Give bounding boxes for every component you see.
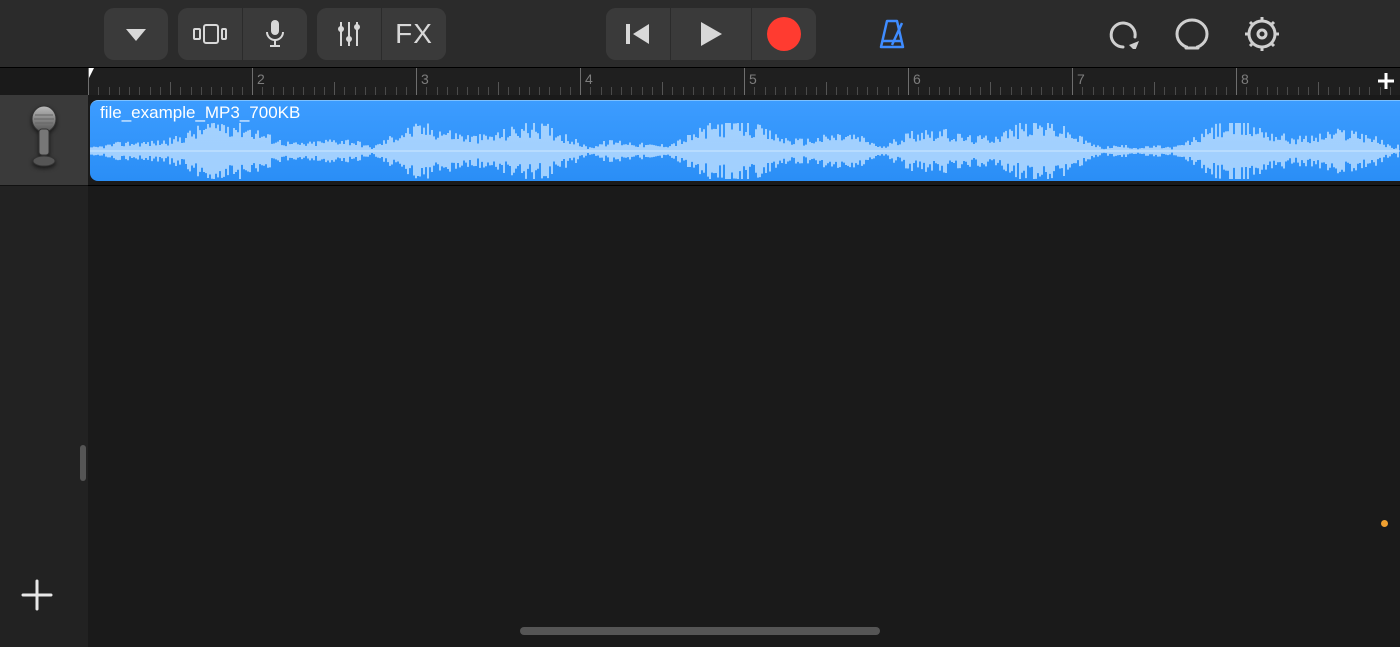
track-view-icon — [193, 23, 227, 45]
record-button[interactable] — [751, 8, 816, 60]
undo-button[interactable] — [1092, 8, 1152, 60]
track-lane[interactable]: file_example_MP3_700KB — [88, 95, 1400, 186]
track-view-button[interactable] — [178, 8, 242, 60]
toolbar: FX — [0, 0, 1400, 68]
waveform — [90, 123, 1400, 179]
microphone-icon — [264, 19, 286, 49]
audio-clip[interactable]: file_example_MP3_700KB — [90, 100, 1400, 181]
add-section-button[interactable] — [1376, 70, 1396, 97]
track-header[interactable] — [0, 95, 88, 186]
microphone-icon — [25, 105, 63, 175]
record-icon — [766, 16, 802, 52]
play-icon — [698, 20, 724, 48]
clip-name-label: file_example_MP3_700KB — [100, 103, 300, 123]
mixer-button[interactable] — [317, 8, 381, 60]
metronome-icon — [875, 17, 909, 51]
sliders-icon — [335, 19, 363, 49]
gear-icon — [1243, 15, 1281, 53]
metronome-button[interactable] — [862, 8, 922, 60]
fx-button[interactable]: FX — [381, 8, 446, 60]
skip-start-icon — [623, 21, 653, 47]
rewind-button[interactable] — [606, 8, 670, 60]
view-menu-button[interactable] — [104, 8, 168, 60]
play-button[interactable] — [670, 8, 751, 60]
settings-button[interactable] — [1232, 8, 1292, 60]
loop-icon — [1174, 16, 1210, 52]
fx-label: FX — [395, 18, 433, 50]
loop-button[interactable] — [1162, 8, 1222, 60]
plus-icon — [1376, 71, 1396, 91]
undo-icon — [1105, 19, 1139, 49]
microphone-button[interactable] — [242, 8, 307, 60]
tracks-area: file_example_MP3_700KB — [0, 95, 1400, 647]
timeline-ruler[interactable]: 2345678 — [88, 68, 1400, 97]
horizontal-scrollbar[interactable] — [520, 627, 880, 635]
notification-dot — [1381, 520, 1388, 527]
